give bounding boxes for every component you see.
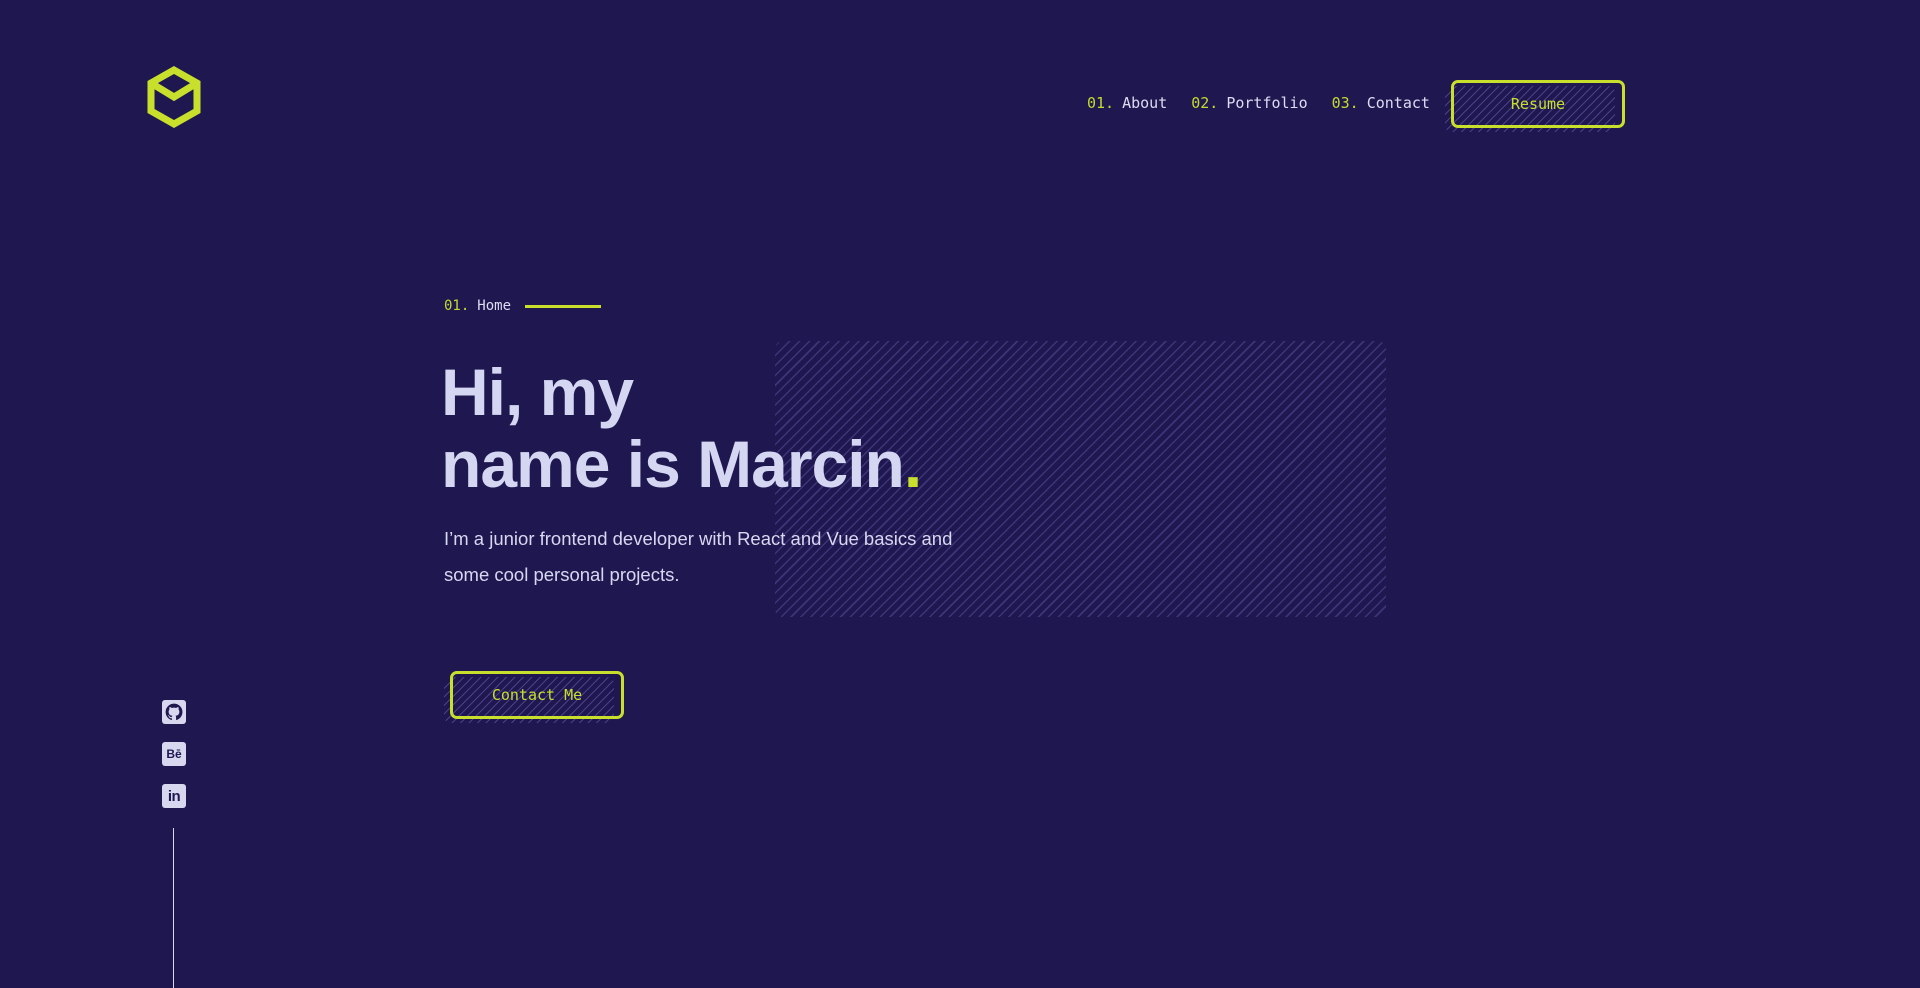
contact-me-button[interactable]: Contact Me [450, 671, 624, 719]
hero-title: Hi, my name is Marcin. [441, 355, 922, 501]
nav-item-label: Portfolio [1226, 94, 1308, 112]
nav-item-number: 01. [1087, 94, 1115, 112]
github-icon[interactable] [162, 700, 186, 724]
hero-title-line1: Hi, my [441, 355, 634, 429]
nav-item-label: Contact [1366, 94, 1430, 112]
behance-icon[interactable]: Bē [162, 742, 186, 766]
section-label: 01. Home [444, 298, 602, 314]
page: 01. About 02. Portfolio 03. Contact Resu… [0, 0, 1920, 988]
nav-item-number: 03. [1331, 94, 1359, 112]
section-number: 01. [444, 298, 470, 314]
main-nav: 01. About 02. Portfolio 03. Contact [1087, 94, 1468, 112]
hero-title-dot: . [903, 427, 922, 501]
nav-item-about[interactable]: 01. About [1087, 94, 1167, 112]
section-underline [525, 304, 602, 308]
logo-icon[interactable] [146, 66, 202, 128]
resume-button[interactable]: Resume [1451, 80, 1625, 128]
linkedin-icon[interactable]: in [162, 784, 186, 808]
hero-subtitle: I’m a junior frontend developer with Rea… [444, 528, 953, 585]
social-divider-line [173, 828, 174, 988]
nav-item-number: 02. [1191, 94, 1219, 112]
nav-item-portfolio[interactable]: 02. Portfolio [1191, 94, 1307, 112]
nav-item-contact[interactable]: 03. Contact [1332, 94, 1430, 112]
hero-title-line2: name is Marcin [441, 427, 905, 501]
nav-item-label: About [1122, 94, 1168, 112]
section-title: Home [477, 298, 512, 314]
